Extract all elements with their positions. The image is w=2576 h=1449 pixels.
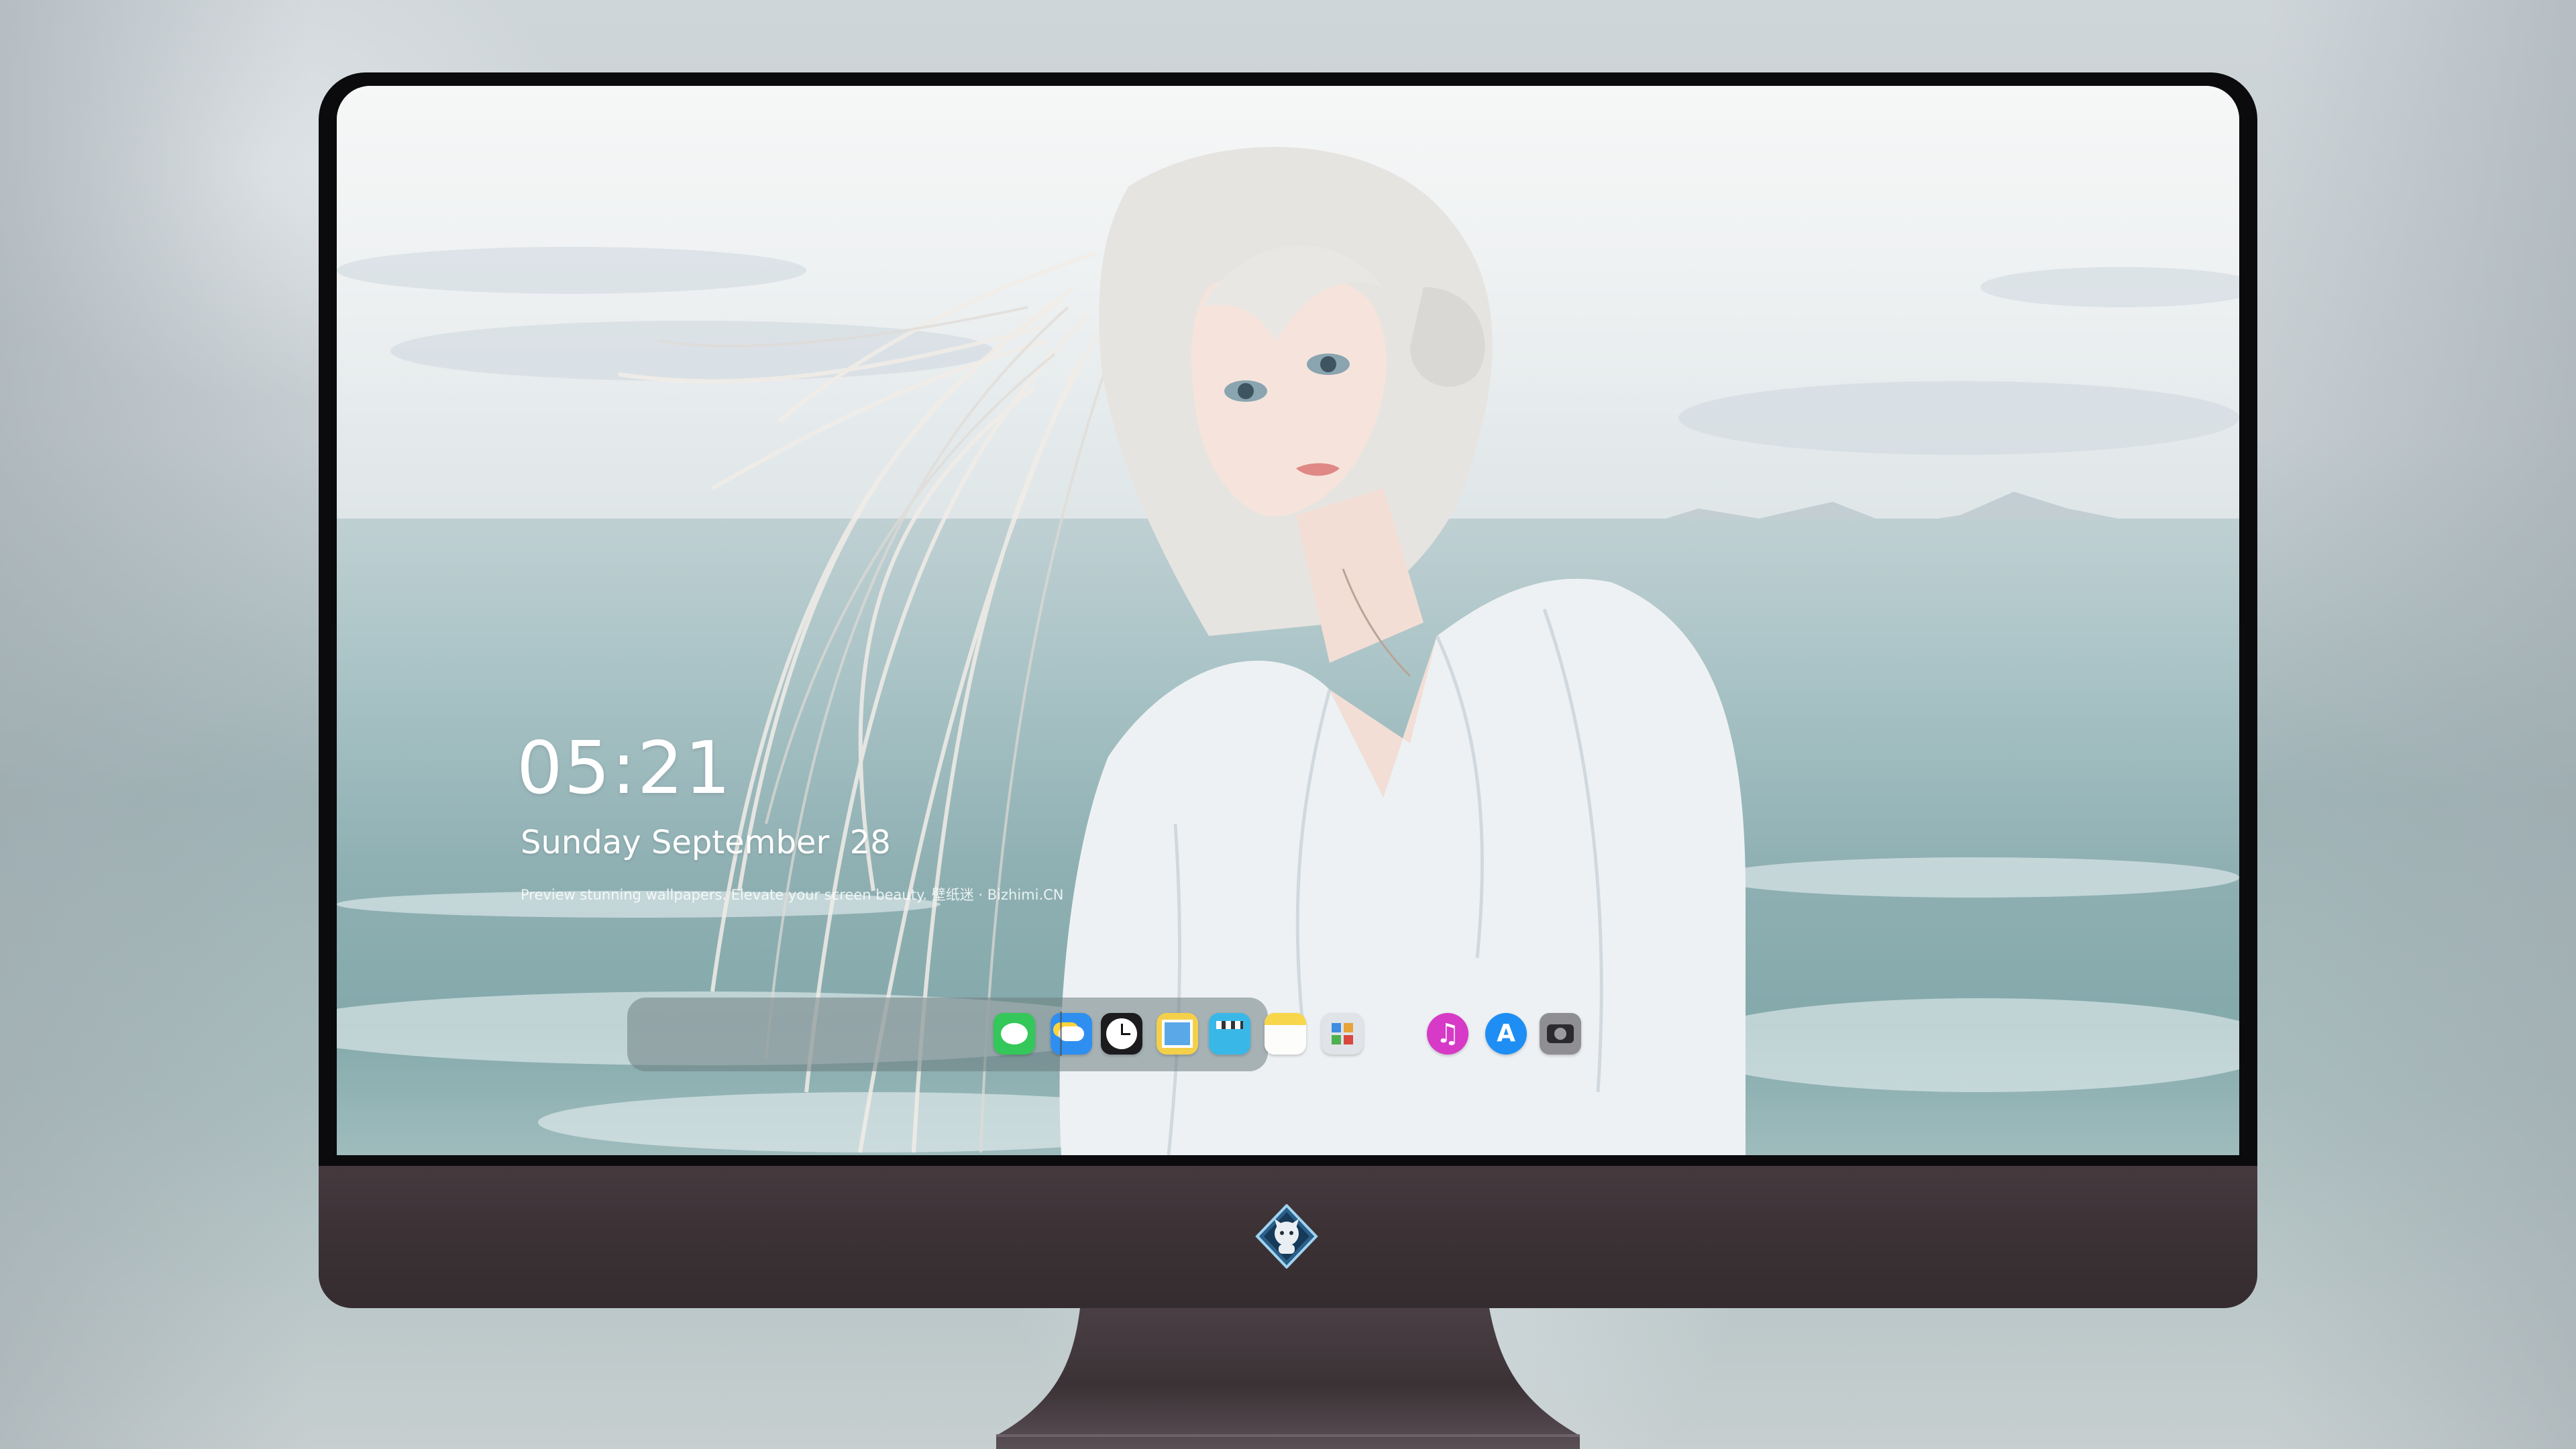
dock-app-clock[interactable] — [1101, 1013, 1142, 1055]
messages-icon — [1001, 1023, 1028, 1044]
calculator-icon — [1332, 1023, 1353, 1044]
camera-icon — [1547, 1024, 1574, 1043]
notes-icon — [1265, 1013, 1306, 1025]
dock-app-video[interactable] — [1209, 1013, 1250, 1055]
dock-app-preview[interactable] — [1157, 1013, 1198, 1055]
preview-icon — [1162, 1020, 1193, 1048]
lock-screen-tagline: Preview stunning wallpapers. Elevate you… — [521, 887, 1064, 903]
wallpaper-app-logo[interactable] — [1254, 1204, 1319, 1269]
dock-app-notes[interactable] — [1265, 1013, 1306, 1055]
dock-app-camera[interactable] — [1540, 1013, 1581, 1055]
dock-app-calculator[interactable] — [1322, 1013, 1363, 1055]
wallpaper-girl-illustration — [618, 146, 1746, 1155]
app-store-icon: A — [1497, 1020, 1515, 1047]
music-icon: ♫ — [1436, 1018, 1460, 1049]
lock-screen-date: Sunday September 28 — [521, 824, 891, 861]
weather-icon — [1059, 1026, 1084, 1041]
clock-icon — [1106, 1018, 1137, 1049]
dock-app-messages[interactable] — [994, 1013, 1035, 1055]
monitor-stand — [996, 1308, 1580, 1449]
dock-app-weather[interactable] — [1051, 1013, 1092, 1055]
wallpaper-preview-page: 05:21 Sunday September 28 Preview stunni… — [0, 0, 2576, 1449]
dock-separator — [1060, 1012, 1062, 1056]
dock-app-music[interactable]: ♫ — [1427, 1013, 1468, 1055]
dock-app-app-store[interactable]: A — [1485, 1013, 1527, 1055]
video-icon — [1216, 1021, 1243, 1029]
lock-screen-time: 05:21 — [517, 727, 733, 810]
monitor-screen: 05:21 Sunday September 28 Preview stunni… — [337, 86, 2239, 1155]
